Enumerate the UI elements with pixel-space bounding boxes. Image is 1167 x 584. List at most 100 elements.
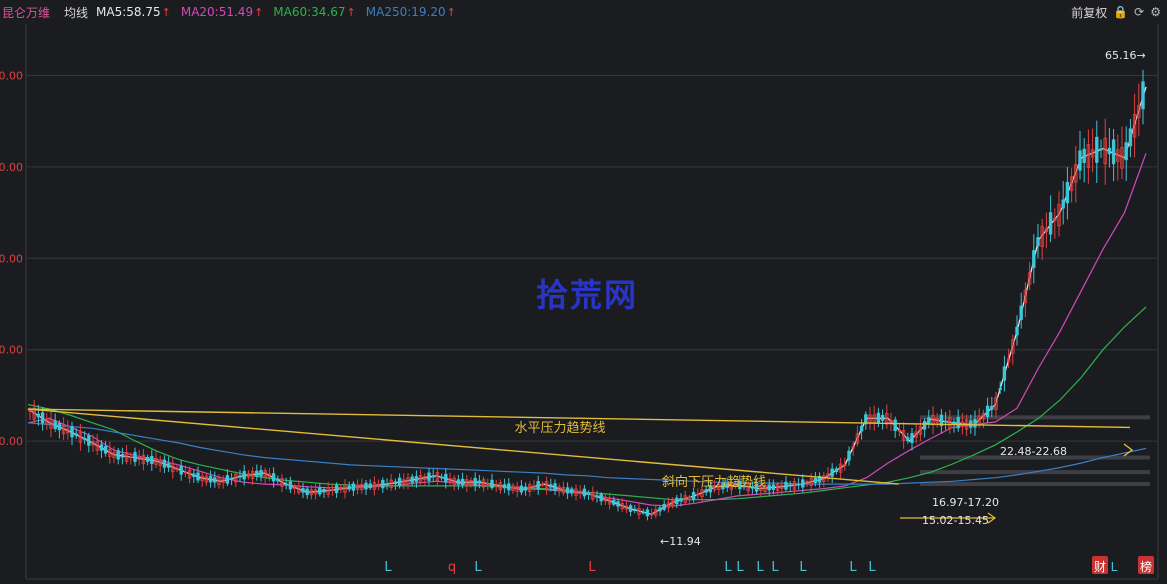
candle-body [973,419,977,428]
moving-average-label[interactable]: 均线 [64,4,88,21]
candle-body [213,477,217,483]
up-arrow-icon: ↑ [446,6,456,19]
candle-body [431,475,435,478]
candle-body [322,488,326,493]
candle-body [796,483,801,486]
candle-body [1002,366,1007,381]
candle-body [40,412,45,424]
event-marker: L [384,560,392,575]
candle-body [166,463,171,468]
price-annotation: 16.97-17.20 [932,496,999,509]
candle-body [1124,142,1128,161]
price-annotation: 65.16→ [1105,49,1146,62]
candle-body [830,468,834,477]
candle-body [691,491,696,500]
candle-body [1061,199,1065,209]
candle-body [1048,212,1053,235]
candle-body [599,494,603,502]
candle-body [74,433,78,436]
ma20-readout: MA20:51.49↑ [180,5,264,19]
event-marker: L [756,560,764,575]
candle-body [813,477,818,483]
up-arrow-icon: ↑ [346,6,356,19]
event-marker: L [771,560,779,575]
candle-body [876,412,881,423]
candle-body [179,465,183,475]
candle-body [347,485,351,490]
candle-body [393,481,398,485]
candle-body [1141,81,1145,110]
event-marker: L [799,560,807,575]
ma60-readout: MA60:34.67↑ [273,5,356,19]
candle-body [82,437,87,440]
candle-body [414,476,419,482]
price-annotation: 15.02-15.45 [922,514,989,527]
candle-body [427,472,431,481]
y-tick-label: 40.00 [0,252,23,265]
refresh-icon[interactable]: ⟳ [1134,5,1144,19]
candle-body [628,505,633,512]
candle-body [444,473,448,483]
candle-body [284,483,288,486]
candle-body [460,478,465,486]
candle-body [99,444,104,451]
watermark-text: 拾荒网 [536,276,639,314]
candle-body [985,405,990,418]
candle-body [553,483,557,491]
candle-body [1095,136,1099,163]
candle-body [120,453,125,458]
candle-body [969,420,973,428]
candle-body [1065,181,1070,204]
price-annotation: 22.48-22.68 [1000,445,1067,458]
candle-body [859,425,864,432]
candle-body [351,483,356,491]
event-marker: L [724,560,732,575]
candle-body [456,479,461,485]
candle-body [397,477,402,486]
candle-body [570,488,574,494]
event-marker: L [868,560,876,575]
candle-body [565,487,570,494]
candle-body [1078,150,1082,171]
candle-body [276,478,280,482]
y-tick-label: 60.00 [0,70,23,83]
candle-body [645,509,650,517]
candle-body [801,479,805,488]
candle-body [956,417,960,429]
candle-body [477,480,482,484]
stock-name[interactable]: 昆仑万维 [2,4,50,21]
candle-body [582,488,587,497]
trend-line-2 [27,408,899,485]
candle-body [259,470,263,477]
candle-body [906,437,910,442]
candle-body [385,483,389,486]
candle-body [225,475,230,484]
candle-body [586,492,591,495]
candle-body [116,450,120,460]
candle-body [910,433,914,443]
badge-label: 财 [1094,560,1106,574]
event-marker: q [448,560,456,575]
candle-body [834,468,839,472]
badge-label: L [1111,560,1118,574]
trend-line-label: 斜向下压力趋势线 [662,474,766,490]
candle-body [196,472,200,481]
candle-body [238,475,242,478]
event-marker: L [736,560,744,575]
gear-icon[interactable]: ⚙ [1150,5,1161,19]
candle-body [381,479,385,489]
event-marker: L [588,560,596,575]
candle-body [595,495,599,498]
candle-body [150,455,154,464]
candle-body [36,413,41,418]
candle-body [502,484,507,489]
candle-body [368,483,372,489]
indicator-bar: 昆仑万维 均线 MA5:58.75↑ MA20:51.49↑ MA60:34.6… [0,0,1167,24]
candle-body [507,483,511,491]
adjust-mode-button[interactable]: 前复权 [1071,4,1107,21]
candle-body [1032,250,1036,268]
toolbar-right: 前复权 🔒 ⟳ ⚙ [1071,0,1161,24]
lock-icon[interactable]: 🔒 [1113,5,1128,19]
candle-body [675,497,679,505]
price-annotation: ←11.94 [660,535,701,548]
